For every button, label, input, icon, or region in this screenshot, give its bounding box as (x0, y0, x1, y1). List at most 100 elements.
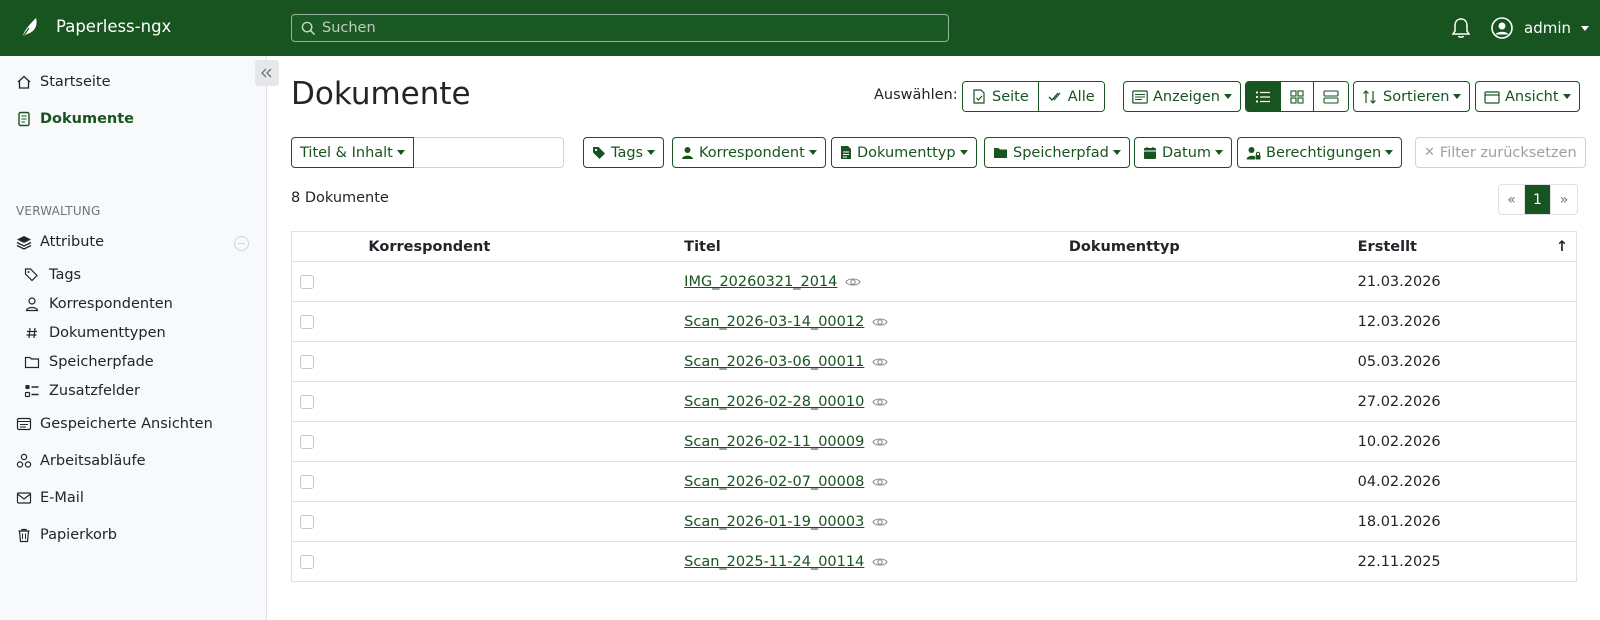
pagination-prev-button[interactable]: « (1499, 185, 1525, 214)
created-cell: 22.11.2025 (1357, 541, 1577, 582)
column-header-document-type[interactable]: Dokumenttyp (1068, 231, 1358, 262)
sidebar-item-arbeitsablaeufe[interactable]: Arbeitsabläufe (16, 453, 146, 469)
eye-preview-icon[interactable] (845, 276, 862, 288)
column-header-title[interactable]: Titel (684, 231, 1069, 262)
sidebar-item-startseite[interactable]: Startseite (16, 74, 111, 90)
sort-button[interactable]: Sortieren (1353, 81, 1471, 112)
sidebar-item-papierkorb[interactable]: Papierkorb (16, 527, 117, 543)
row-checkbox[interactable] (300, 514, 314, 529)
title-cell: Scan_2026-02-07_00008 (684, 461, 1069, 502)
sidebar-item-gespeicherte-ansichten[interactable]: Gespeicherte Ansichten (16, 416, 213, 432)
document-type-cell (1068, 301, 1358, 342)
document-title-link[interactable]: Scan_2026-02-28_00010 (684, 394, 864, 410)
eye-preview-icon[interactable] (872, 436, 888, 448)
table-row[interactable]: Scan_2025-11-24_00114 22.11.2025 (291, 541, 1577, 582)
table-row[interactable]: Scan_2026-03-14_00012 12.03.2026 (291, 301, 1577, 342)
chevron-down-icon (1215, 150, 1224, 155)
select-label: Auswählen: (874, 87, 958, 103)
filter-correspondent-button[interactable]: Korrespondent (672, 137, 826, 168)
eye-preview-icon[interactable] (872, 396, 888, 408)
display-mode-small-cards-button[interactable] (1281, 82, 1314, 111)
filter-document-type-button[interactable]: Dokumenttyp (831, 137, 977, 168)
sidebar-item-dokumente[interactable]: Dokumente (16, 111, 134, 127)
filter-date-button[interactable]: Datum (1134, 137, 1233, 168)
sidebar-item-tags[interactable]: Tags (24, 267, 81, 283)
display-mode-large-cards-button[interactable] (1314, 82, 1348, 111)
chevron-down-icon (1112, 150, 1121, 155)
sidebar-item-speicherpfade[interactable]: Speicherpfade (24, 354, 154, 370)
app-name[interactable]: Paperless-ngx (56, 17, 171, 36)
created-cell: 21.03.2026 (1357, 261, 1577, 302)
sidebar-item-email[interactable]: E-Mail (16, 490, 84, 506)
person-lock-icon (1246, 146, 1261, 159)
documents-table: Korrespondent Titel Dokumenttyp Erstellt… (291, 231, 1577, 582)
filter-permissions-button[interactable]: Berechtigungen (1237, 137, 1403, 168)
document-type-cell (1068, 341, 1358, 382)
filter-tags-button[interactable]: Tags (583, 137, 665, 168)
column-header-correspondent[interactable]: Korrespondent (368, 231, 685, 262)
sidebar-item-label: Attribute (40, 234, 105, 250)
collapse-attributes-icon[interactable] (234, 236, 249, 251)
sidebar-item-dokumenttypen[interactable]: Dokumenttypen (24, 325, 166, 341)
document-title-link[interactable]: IMG_20260321_2014 (684, 274, 837, 290)
title-content-dropdown[interactable]: Titel & Inhalt (291, 137, 414, 168)
table-row[interactable]: Scan_2026-01-19_00003 18.01.2026 (291, 501, 1577, 542)
title-content-input[interactable] (413, 137, 564, 168)
eye-preview-icon[interactable] (872, 316, 888, 328)
table-row[interactable]: IMG_20260321_2014 21.03.2026 (291, 261, 1577, 302)
sidebar-item-attribute[interactable]: Attribute (16, 234, 104, 250)
show-button[interactable]: Anzeigen (1123, 81, 1241, 112)
document-title-link[interactable]: Scan_2026-02-11_00009 (684, 434, 864, 450)
document-title-link[interactable]: Scan_2026-03-14_00012 (684, 314, 864, 330)
eye-preview-icon[interactable] (872, 516, 888, 528)
global-search[interactable] (291, 14, 949, 42)
select-page-button[interactable]: Seite (963, 82, 1039, 111)
table-row[interactable]: Scan_2026-03-06_00011 05.03.2026 (291, 341, 1577, 382)
view-button[interactable]: Ansicht (1475, 81, 1580, 112)
table-row[interactable]: Scan_2026-02-28_00010 27.02.2026 (291, 381, 1577, 422)
sidebar-item-korrespondenten[interactable]: Korrespondenten (24, 296, 173, 312)
row-checkbox[interactable] (300, 314, 314, 329)
bell-icon[interactable] (1451, 17, 1471, 39)
paperless-leaf-logo-icon[interactable] (18, 16, 40, 40)
search-input[interactable] (322, 17, 932, 39)
correspondent-cell (368, 461, 685, 502)
document-title-link[interactable]: Scan_2026-01-19_00003 (684, 514, 864, 530)
table-row[interactable]: Scan_2026-02-07_00008 04.02.2026 (291, 461, 1577, 502)
title-cell: Scan_2026-01-19_00003 (684, 501, 1069, 542)
reset-filters-button[interactable]: ✕ Filter zurücksetzen (1415, 137, 1586, 168)
sidebar-item-zusatzfelder[interactable]: Zusatzfelder (24, 383, 140, 399)
row-checkbox[interactable] (300, 554, 314, 569)
user-menu[interactable]: admin (1491, 16, 1589, 40)
eye-preview-icon[interactable] (872, 476, 888, 488)
pagination-page-button[interactable]: 1 (1525, 185, 1551, 214)
document-title-link[interactable]: Scan_2026-02-07_00008 (684, 474, 864, 490)
sort-ascending-icon: ↑ (1555, 238, 1568, 255)
eye-preview-icon[interactable] (872, 556, 888, 568)
display-mode-table-button[interactable] (1246, 82, 1281, 111)
column-header-created[interactable]: Erstellt ↑ (1357, 231, 1577, 262)
row-checkbox[interactable] (300, 394, 314, 409)
table-row[interactable]: Scan_2026-02-11_00009 10.02.2026 (291, 421, 1577, 462)
pagination-next-button[interactable]: » (1551, 185, 1577, 214)
row-checkbox[interactable] (300, 274, 314, 289)
chevron-down-icon (1581, 25, 1589, 31)
filter-storage-path-button[interactable]: Speicherpfad (984, 137, 1130, 168)
row-checkbox[interactable] (300, 434, 314, 449)
created-cell: 10.02.2026 (1357, 421, 1577, 462)
tag-icon (593, 146, 605, 159)
eye-preview-icon[interactable] (872, 356, 888, 368)
page-title: Dokumente (291, 76, 471, 112)
document-title-link[interactable]: Scan_2026-03-06_00011 (684, 354, 864, 370)
collapse-sidebar-button[interactable] (255, 60, 279, 86)
correspondent-cell (368, 421, 685, 462)
sidebar-item-label: Tags (49, 267, 82, 283)
check-all-icon (1048, 92, 1061, 101)
layers-icon (16, 236, 32, 250)
row-checkbox[interactable] (300, 354, 314, 369)
select-all-button[interactable]: Alle (1038, 82, 1104, 111)
document-title-link[interactable]: Scan_2025-11-24_00114 (684, 554, 864, 570)
sidebar-item-label: Arbeitsabläufe (40, 453, 146, 469)
row-select-cell (291, 261, 369, 302)
row-checkbox[interactable] (300, 474, 314, 489)
